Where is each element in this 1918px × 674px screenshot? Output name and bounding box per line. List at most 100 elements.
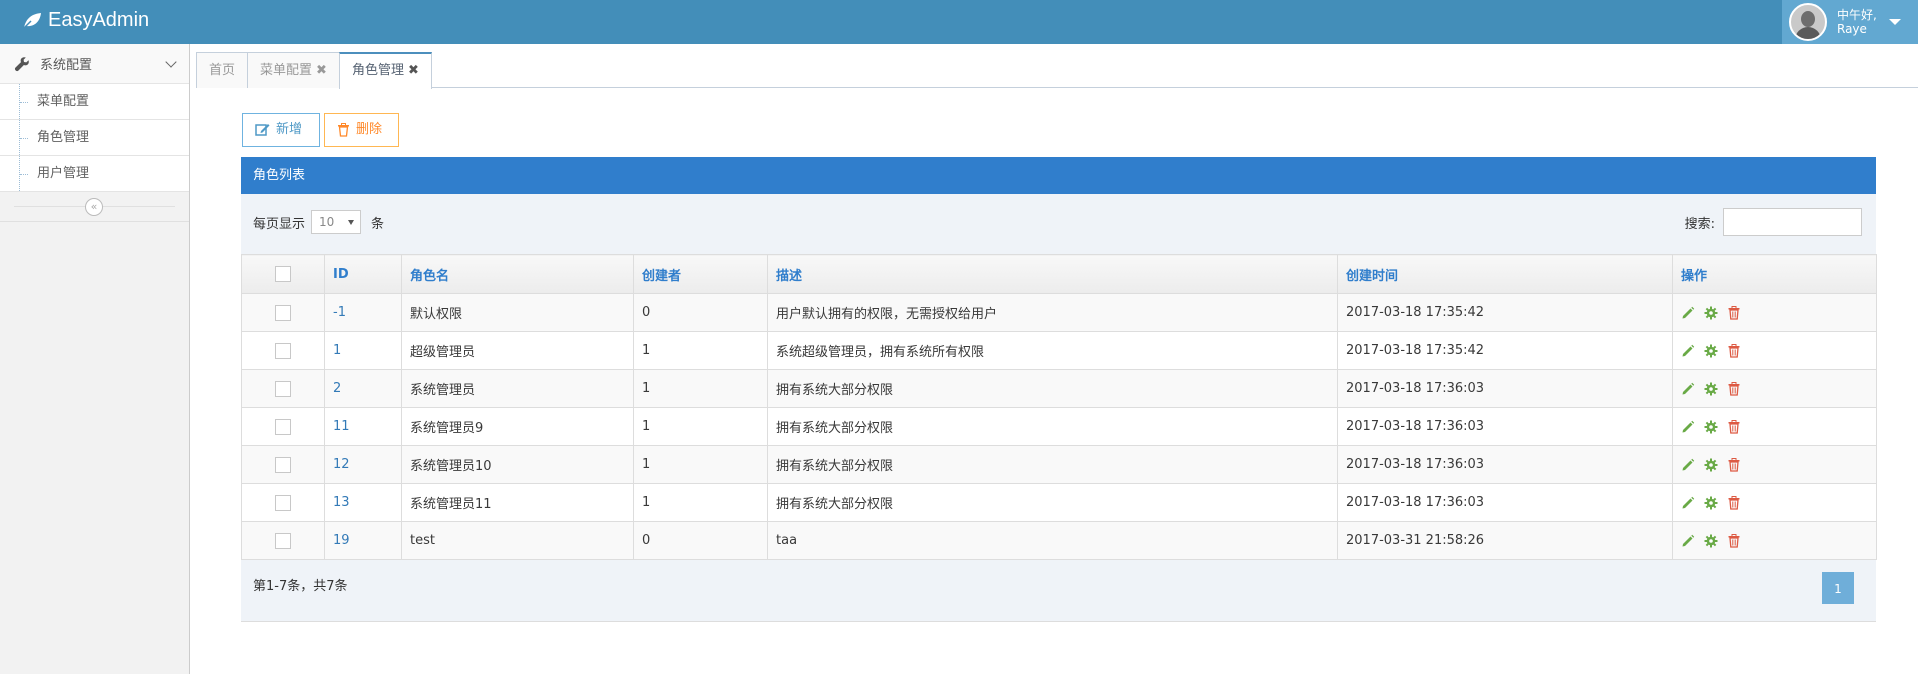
- table-row[interactable]: 11 系统管理员9 1 拥有系统大部分权限 2017-03-18 17:36:03: [241, 407, 1877, 446]
- cell-actions: [1672, 521, 1877, 560]
- column-header-name[interactable]: 角色名: [401, 254, 634, 294]
- search-input[interactable]: [1723, 208, 1862, 236]
- gear-icon[interactable]: [1704, 344, 1718, 358]
- column-header-created[interactable]: 创建时间: [1337, 254, 1673, 294]
- trash-icon[interactable]: [1727, 533, 1741, 548]
- double-chevron-left-icon[interactable]: «: [85, 198, 103, 216]
- pencil-icon[interactable]: [1681, 382, 1695, 396]
- cell-name: 系统管理员11: [401, 483, 634, 522]
- cell-description: 拥有系统大部分权限: [767, 369, 1338, 408]
- gear-icon[interactable]: [1704, 534, 1718, 548]
- gear-icon[interactable]: [1704, 458, 1718, 472]
- delete-button-label: 删除: [356, 122, 383, 137]
- table-row[interactable]: 12 系统管理员10 1 拥有系统大部分权限 2017-03-18 17:36:03: [241, 445, 1877, 484]
- trash-icon: [338, 123, 349, 137]
- tab-menu-config[interactable]: 菜单配置 ✖: [247, 52, 340, 88]
- sidebar-group-system-config[interactable]: 系统配置: [0, 44, 189, 84]
- role-id-link[interactable]: 13: [333, 495, 350, 510]
- cell-created: 2017-03-18 17:36:03: [1337, 483, 1673, 522]
- chevron-down-icon: [165, 55, 177, 68]
- add-button-label: 新增: [276, 122, 303, 137]
- trash-icon[interactable]: [1727, 419, 1741, 434]
- cell-creator: 0: [633, 521, 768, 560]
- close-icon[interactable]: ✖: [408, 63, 419, 78]
- cell-created: 2017-03-18 17:36:03: [1337, 445, 1673, 484]
- table-row[interactable]: 2 系统管理员 1 拥有系统大部分权限 2017-03-18 17:36:03: [241, 369, 1877, 408]
- brand-name: EasyAdmin: [48, 9, 150, 31]
- cell-actions: [1672, 331, 1877, 370]
- gear-icon[interactable]: [1704, 496, 1718, 510]
- wrench-icon: [14, 56, 29, 71]
- sidebar: 系统配置 菜单配置 角色管理 用户管理 «: [0, 44, 190, 674]
- trash-icon[interactable]: [1727, 343, 1741, 358]
- brand[interactable]: EasyAdmin: [22, 9, 149, 32]
- cell-created: 2017-03-18 17:36:03: [1337, 369, 1673, 408]
- page-button-current[interactable]: 1: [1822, 572, 1854, 604]
- delete-button[interactable]: 删除: [324, 113, 399, 147]
- user-menu[interactable]: 中午好, Raye: [1782, 0, 1918, 44]
- cell-id: 2: [324, 369, 402, 408]
- edit-icon: [255, 124, 270, 136]
- column-header-creator[interactable]: 创建者: [633, 254, 768, 294]
- cell-creator: 1: [633, 445, 768, 484]
- sidebar-item-user-management[interactable]: 用户管理: [0, 156, 189, 192]
- row-checkbox[interactable]: [275, 494, 291, 511]
- user-name: Raye: [1837, 22, 1867, 36]
- pencil-icon[interactable]: [1681, 344, 1695, 358]
- cell-description: taa: [767, 521, 1338, 560]
- trash-icon[interactable]: [1727, 495, 1741, 510]
- tab-label: 角色管理: [352, 63, 405, 78]
- row-select-cell: [241, 483, 325, 522]
- row-checkbox[interactable]: [275, 456, 291, 473]
- role-id-link[interactable]: 19: [333, 533, 350, 548]
- table-row[interactable]: 13 系统管理员11 1 拥有系统大部分权限 2017-03-18 17:36:03: [241, 483, 1877, 522]
- trash-icon[interactable]: [1727, 305, 1741, 320]
- role-id-link[interactable]: 11: [333, 419, 350, 434]
- column-header-description[interactable]: 描述: [767, 254, 1338, 294]
- column-header-id[interactable]: ID: [324, 254, 402, 294]
- table-row[interactable]: -1 默认权限 0 用户默认拥有的权限，无需授权给用户 2017-03-18 17:35…: [241, 293, 1877, 332]
- gear-icon[interactable]: [1704, 382, 1718, 396]
- caret-down-icon: [1888, 19, 1901, 25]
- pencil-icon[interactable]: [1681, 458, 1695, 472]
- cell-name: 超级管理员: [401, 331, 634, 370]
- table-row[interactable]: 1 超级管理员 1 系统超级管理员，拥有系统所有权限 2017-03-18 17:35:…: [241, 331, 1877, 370]
- table-row[interactable]: 19 test 0 taa 2017-03-31 21:58:26: [241, 521, 1877, 560]
- row-checkbox[interactable]: [275, 304, 291, 321]
- cell-actions: [1672, 407, 1877, 446]
- gear-icon[interactable]: [1704, 420, 1718, 434]
- select-all-checkbox[interactable]: [275, 266, 291, 282]
- per-page-select[interactable]: 10: [311, 210, 362, 234]
- tab-home[interactable]: 首页: [196, 52, 249, 88]
- pencil-icon[interactable]: [1681, 496, 1695, 510]
- role-id-link[interactable]: -1: [333, 305, 346, 320]
- add-button[interactable]: 新增: [242, 113, 320, 147]
- row-checkbox[interactable]: [275, 342, 291, 359]
- cell-created: 2017-03-31 21:58:26: [1337, 521, 1673, 560]
- sidebar-item-role-management[interactable]: 角色管理: [0, 120, 189, 156]
- cell-description: 拥有系统大部分权限: [767, 483, 1338, 522]
- cell-description: 拥有系统大部分权限: [767, 445, 1338, 484]
- pencil-icon[interactable]: [1681, 306, 1695, 320]
- row-checkbox[interactable]: [275, 418, 291, 435]
- trash-icon[interactable]: [1727, 457, 1741, 472]
- close-icon[interactable]: ✖: [316, 63, 327, 78]
- cell-creator: 0: [633, 293, 768, 332]
- trash-icon[interactable]: [1727, 381, 1741, 396]
- pencil-icon[interactable]: [1681, 420, 1695, 434]
- role-id-link[interactable]: 12: [333, 457, 350, 472]
- top-navbar: EasyAdmin 中午好, Raye: [0, 0, 1918, 44]
- row-checkbox[interactable]: [275, 532, 291, 549]
- pencil-icon[interactable]: [1681, 534, 1695, 548]
- roles-table: ID 角色名 创建者 描述 创建时间 操作 -1 默认权限 0 用户默认拥有的权限，无…: [241, 254, 1877, 560]
- sidebar-item-menu-config[interactable]: 菜单配置: [0, 84, 189, 120]
- gear-icon[interactable]: [1704, 306, 1718, 320]
- role-id-link[interactable]: 1: [333, 343, 341, 358]
- row-select-cell: [241, 521, 325, 560]
- cell-id: 1: [324, 331, 402, 370]
- role-id-link[interactable]: 2: [333, 381, 341, 396]
- sidebar-collapse: «: [0, 192, 189, 222]
- row-checkbox[interactable]: [275, 380, 291, 397]
- tab-role-management[interactable]: 角色管理 ✖: [339, 52, 432, 89]
- user-greeting: 中午好,: [1837, 8, 1877, 22]
